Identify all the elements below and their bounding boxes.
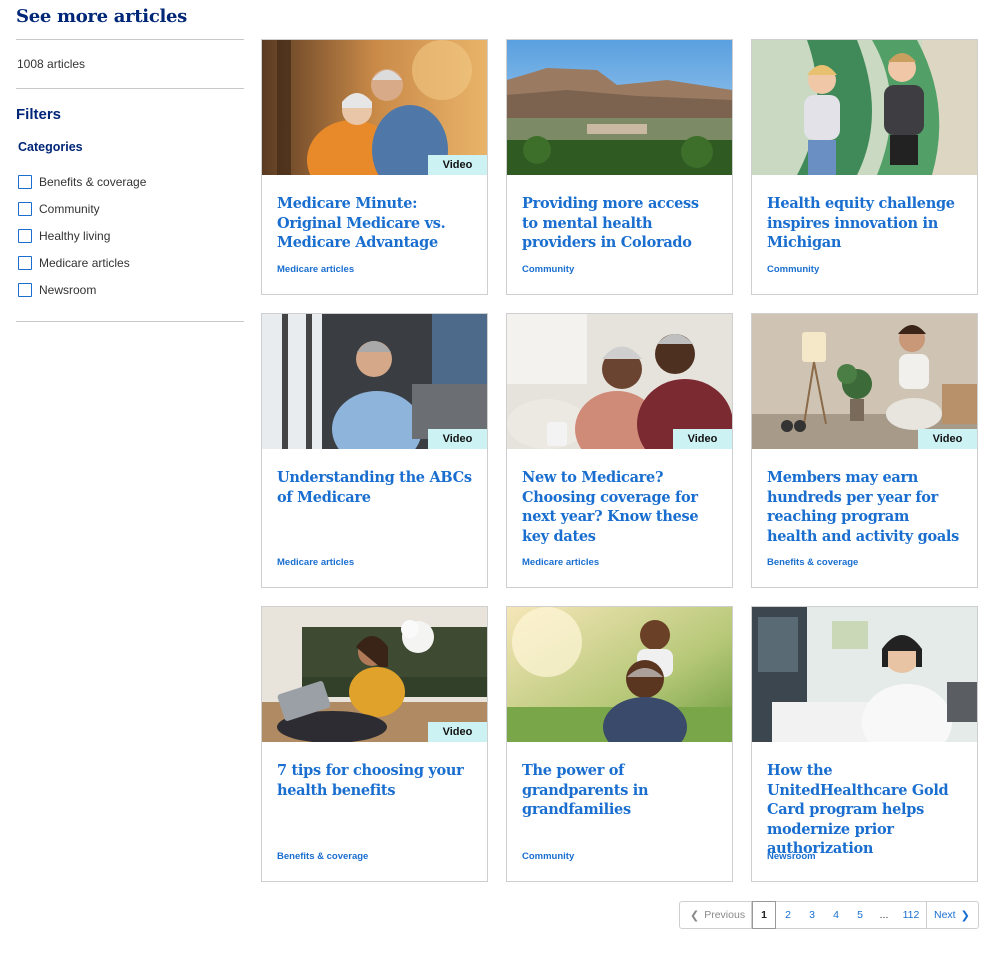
article-card[interactable]: Video New to Medicare? Choosing coverage…	[506, 313, 733, 588]
article-card[interactable]: Video Members may earn hundreds per year…	[751, 313, 978, 588]
filter-benefits-coverage[interactable]: Benefits & coverage	[16, 168, 244, 195]
card-category[interactable]: Benefits & coverage	[277, 851, 368, 862]
card-category[interactable]: Medicare articles	[277, 557, 354, 568]
checkbox[interactable]	[18, 255, 32, 270]
article-card[interactable]: Video Medicare Minute: Original Medicare…	[261, 39, 488, 295]
pagination: ❮ Previous 1 2 3 4 5 ... 112 Next ❯	[679, 901, 979, 929]
article-card[interactable]: Providing more access to mental health p…	[506, 39, 733, 295]
card-category[interactable]: Community	[767, 264, 819, 275]
chevron-right-icon: ❯	[960, 909, 970, 922]
card-category[interactable]: Community	[522, 264, 574, 275]
card-category[interactable]: Newsroom	[767, 851, 816, 862]
card-image[interactable]: Video	[262, 40, 487, 175]
checkbox[interactable]	[18, 282, 32, 297]
divider	[16, 88, 244, 89]
page-5-button[interactable]: 5	[848, 902, 872, 928]
video-badge: Video	[673, 429, 732, 449]
page-title: See more articles	[16, 6, 188, 27]
article-card[interactable]: How the UnitedHealthcare Gold Card progr…	[751, 606, 978, 882]
card-title-link[interactable]: 7 tips for choosing your health benefits	[277, 761, 473, 800]
card-title-link[interactable]: Members may earn hundreds per year for r…	[767, 468, 963, 546]
filter-label: Healthy living	[39, 228, 111, 243]
card-image[interactable]: Video	[507, 314, 732, 449]
article-card[interactable]: The power of grandparents in grandfamili…	[506, 606, 733, 882]
next-label: Next	[934, 909, 956, 921]
categories-heading: Categories	[18, 140, 83, 154]
filter-healthy-living[interactable]: Healthy living	[16, 222, 244, 249]
page-4-button[interactable]: 4	[824, 902, 848, 928]
card-title-link[interactable]: Providing more access to mental health p…	[522, 194, 718, 253]
article-card[interactable]: Video Understanding the ABCs of Medicare…	[261, 313, 488, 588]
filter-label: Medicare articles	[39, 255, 130, 270]
card-title-link[interactable]: Health equity challenge inspires innovat…	[767, 194, 963, 253]
filter-medicare-articles[interactable]: Medicare articles	[16, 249, 244, 276]
filter-newsroom[interactable]: Newsroom	[16, 276, 244, 303]
card-title-link[interactable]: How the UnitedHealthcare Gold Card progr…	[767, 761, 963, 859]
pagination-ellipsis: ...	[879, 909, 889, 921]
card-image[interactable]: Video	[752, 314, 977, 449]
chevron-left-icon: ❮	[690, 909, 700, 922]
video-badge: Video	[428, 429, 487, 449]
checkbox[interactable]	[18, 201, 32, 216]
card-image[interactable]	[752, 40, 977, 175]
previous-label: Previous	[704, 909, 746, 921]
checkbox[interactable]	[18, 228, 32, 243]
card-image[interactable]	[507, 40, 732, 175]
filter-label: Benefits & coverage	[39, 174, 147, 189]
card-title-link[interactable]: The power of grandparents in grandfamili…	[522, 761, 718, 820]
article-grid: Video Medicare Minute: Original Medicare…	[261, 39, 978, 882]
card-image[interactable]: Video	[262, 607, 487, 742]
card-category[interactable]: Medicare articles	[522, 557, 599, 568]
card-title-link[interactable]: New to Medicare? Choosing coverage for n…	[522, 468, 718, 546]
video-badge: Video	[918, 429, 977, 449]
filter-label: Newsroom	[39, 282, 97, 297]
page-1-button[interactable]: 1	[752, 901, 776, 929]
card-image[interactable]	[752, 607, 977, 742]
next-page-button[interactable]: Next ❯	[926, 902, 978, 928]
filter-label: Community	[39, 201, 100, 216]
video-badge: Video	[428, 155, 487, 175]
filters-heading: Filters	[16, 106, 62, 123]
divider	[16, 39, 244, 40]
card-image[interactable]	[507, 607, 732, 742]
checkbox[interactable]	[18, 174, 32, 189]
previous-page-button[interactable]: ❮ Previous	[680, 902, 752, 928]
card-image[interactable]: Video	[262, 314, 487, 449]
article-count: 1008 articles	[17, 57, 86, 71]
filter-community[interactable]: Community	[16, 195, 244, 222]
card-title-link[interactable]: Medicare Minute: Original Medicare vs. M…	[277, 194, 473, 253]
card-category[interactable]: Benefits & coverage	[767, 557, 858, 568]
article-card[interactable]: Health equity challenge inspires innovat…	[751, 39, 978, 295]
page-3-button[interactable]: 3	[800, 902, 824, 928]
card-category[interactable]: Community	[522, 851, 574, 862]
divider	[16, 321, 244, 322]
card-title-link[interactable]: Understanding the ABCs of Medicare	[277, 468, 473, 507]
video-badge: Video	[428, 722, 487, 742]
card-category[interactable]: Medicare articles	[277, 264, 354, 275]
category-filter-list: Benefits & coverage Community Healthy li…	[16, 168, 244, 303]
page-2-button[interactable]: 2	[776, 902, 800, 928]
article-card[interactable]: Video 7 tips for choosing your health be…	[261, 606, 488, 882]
page-last-button[interactable]: 112	[896, 902, 926, 928]
filter-sidebar: 1008 articles Filters Categories Benefit…	[16, 39, 244, 322]
